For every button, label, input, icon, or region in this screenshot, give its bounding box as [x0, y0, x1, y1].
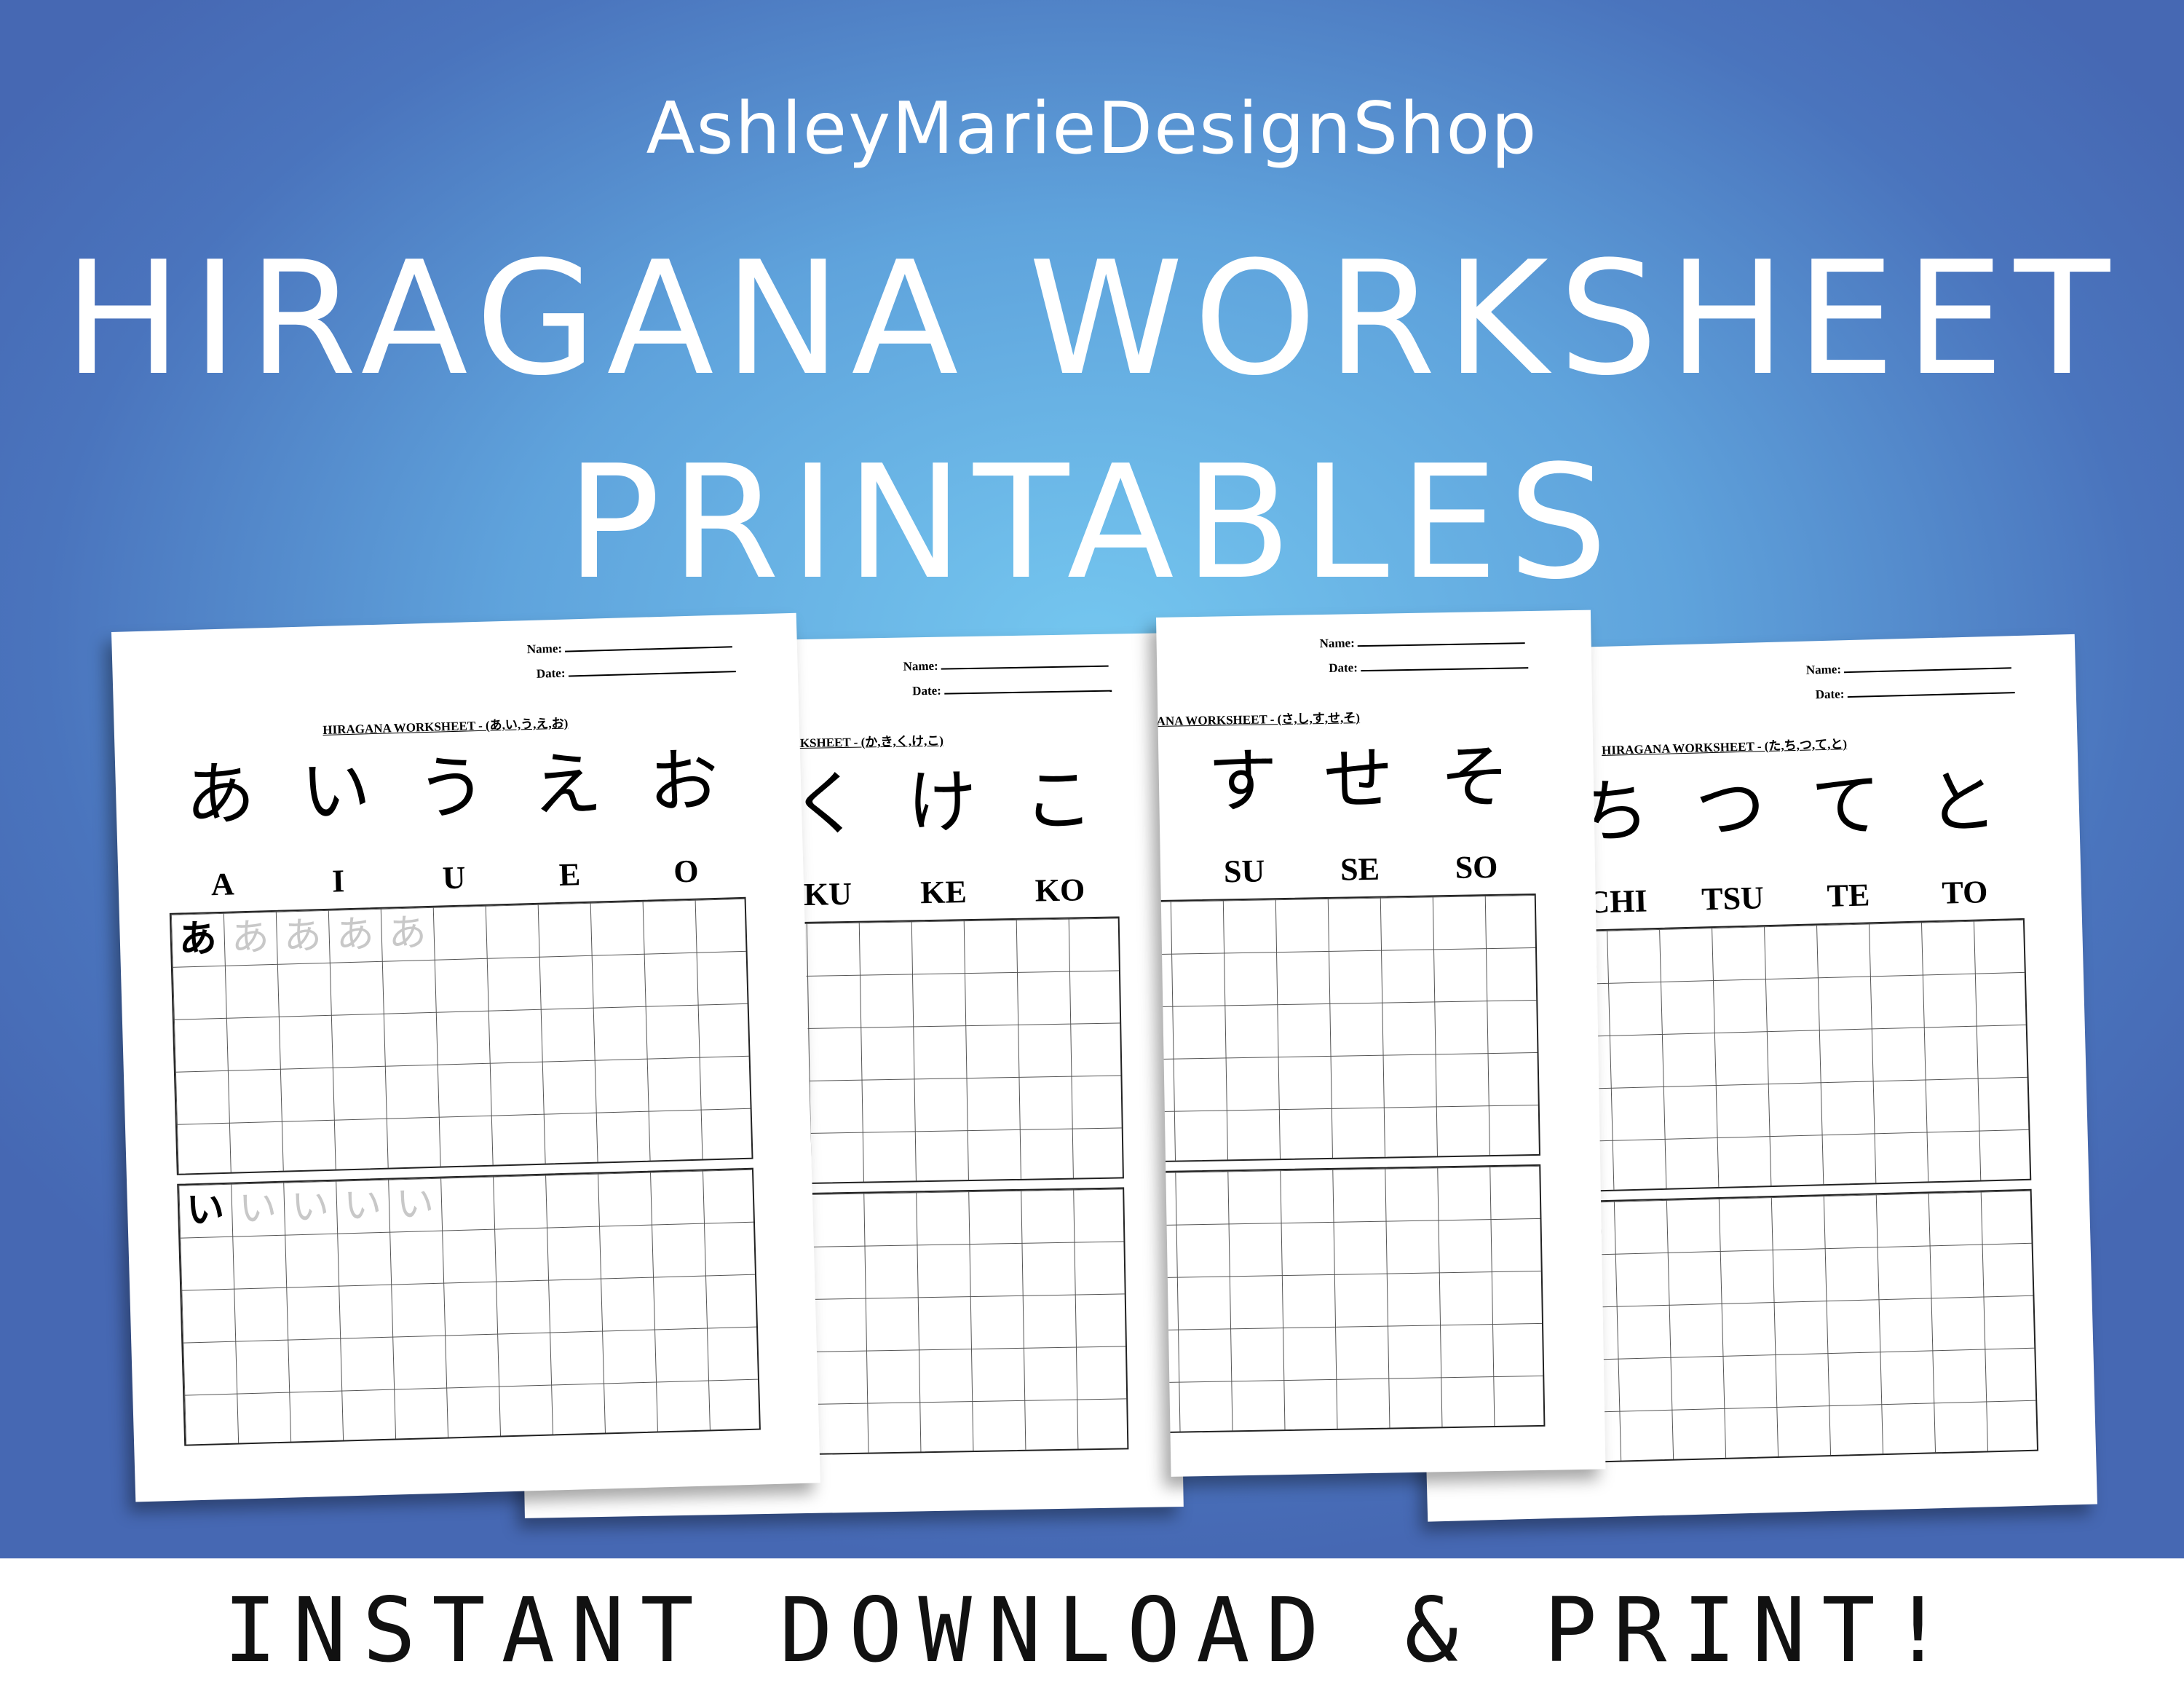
romaji-label: KO [1034, 872, 1085, 909]
name-field: Name: [1806, 658, 2012, 677]
kana-character: と [1926, 762, 1999, 843]
footer-text: INSTANT DOWNLOAD & PRINT! [223, 1579, 1961, 1682]
date-label: Date: [912, 683, 942, 698]
romaji-label: TE [1826, 877, 1870, 914]
kana-character: て [1810, 765, 1883, 846]
trace-kana: あ [387, 912, 427, 955]
name-label: Name: [903, 658, 938, 674]
romaji-label: KE [919, 874, 968, 911]
worksheet-sheet: Name: Date: HIRAGANA WORKSHEET - (あ,い,う,… [111, 612, 820, 1502]
worksheet-title: HIRAGANA WORKSHEET - (あ,い,う,え,お) [323, 716, 569, 737]
romaji-label: I [331, 863, 345, 899]
date-field: Date: [1329, 658, 1528, 676]
practice-grid: いいいいい [177, 1167, 761, 1446]
name-field: Name: [527, 636, 733, 657]
romaji-label: U [442, 859, 467, 896]
trace-kana: い [238, 1187, 277, 1231]
romaji-label: A [210, 866, 235, 903]
trace-kana: い [290, 1186, 330, 1229]
date-label: Date: [536, 666, 566, 681]
kana-character: あ [183, 754, 256, 835]
romaji-label: SU [1223, 853, 1265, 890]
date-label: Date: [1329, 660, 1358, 675]
practice-grid: ささ [1156, 893, 1540, 1166]
name-field: Name: [1319, 633, 1525, 651]
romaji-label: TSU [1701, 880, 1765, 918]
kana-character: せ [1323, 740, 1394, 820]
model-kana: い [186, 1188, 226, 1232]
worksheet-title: HIRAGANA WORKSHEET - (さ,し,す,せ,そ) [1156, 711, 1361, 730]
trace-kana: い [395, 1183, 435, 1226]
trace-kana: あ [231, 917, 270, 960]
model-kana: あ [178, 918, 218, 961]
romaji-label: SO [1455, 848, 1498, 886]
name-label: Name: [1319, 636, 1355, 651]
headline-line-1: HIRAGANA WORKSHEET [63, 227, 2121, 410]
headline-line-2: PRINTABLES [566, 431, 1618, 614]
date-label: Date: [1815, 687, 1845, 702]
romaji-label: O [673, 853, 700, 890]
kana-character: し [1156, 744, 1163, 824]
romaji-label: SE [1340, 851, 1380, 888]
kana-character: つ [1694, 769, 1767, 849]
worksheet-sheet: Name: Date: HIRAGANA WORKSHEET - (さ,し,す,… [1156, 610, 1606, 1477]
footer-banner: INSTANT DOWNLOAD & PRINT! [0, 1558, 2184, 1688]
kana-character: お [647, 741, 720, 822]
name-label: Name: [526, 641, 563, 657]
kana-character: う [415, 748, 488, 829]
kana-character: こ [1022, 761, 1094, 840]
kana-character: そ [1439, 738, 1511, 818]
date-field: Date: [1815, 682, 2015, 702]
kana-character: え [531, 745, 604, 825]
kana-character: け [906, 762, 978, 843]
date-field: Date: [537, 661, 736, 682]
romaji-label: TO [1941, 874, 1988, 911]
practice-grid: しし [1156, 1164, 1546, 1437]
trace-kana: あ [282, 915, 323, 958]
romaji-label: SHI [1156, 853, 1187, 893]
brand-name: AshleyMarieDesignShop [646, 87, 1538, 170]
name-field: Name: [903, 656, 1109, 674]
trace-kana: い [343, 1184, 382, 1228]
trace-kana: あ [335, 914, 375, 957]
kana-character: い [299, 752, 372, 832]
name-label: Name: [1805, 662, 1842, 677]
kana-character: す [1207, 742, 1278, 821]
romaji-label: E [558, 856, 581, 893]
date-field: Date: [912, 681, 1112, 699]
practice-grid: あああああ [169, 896, 753, 1175]
